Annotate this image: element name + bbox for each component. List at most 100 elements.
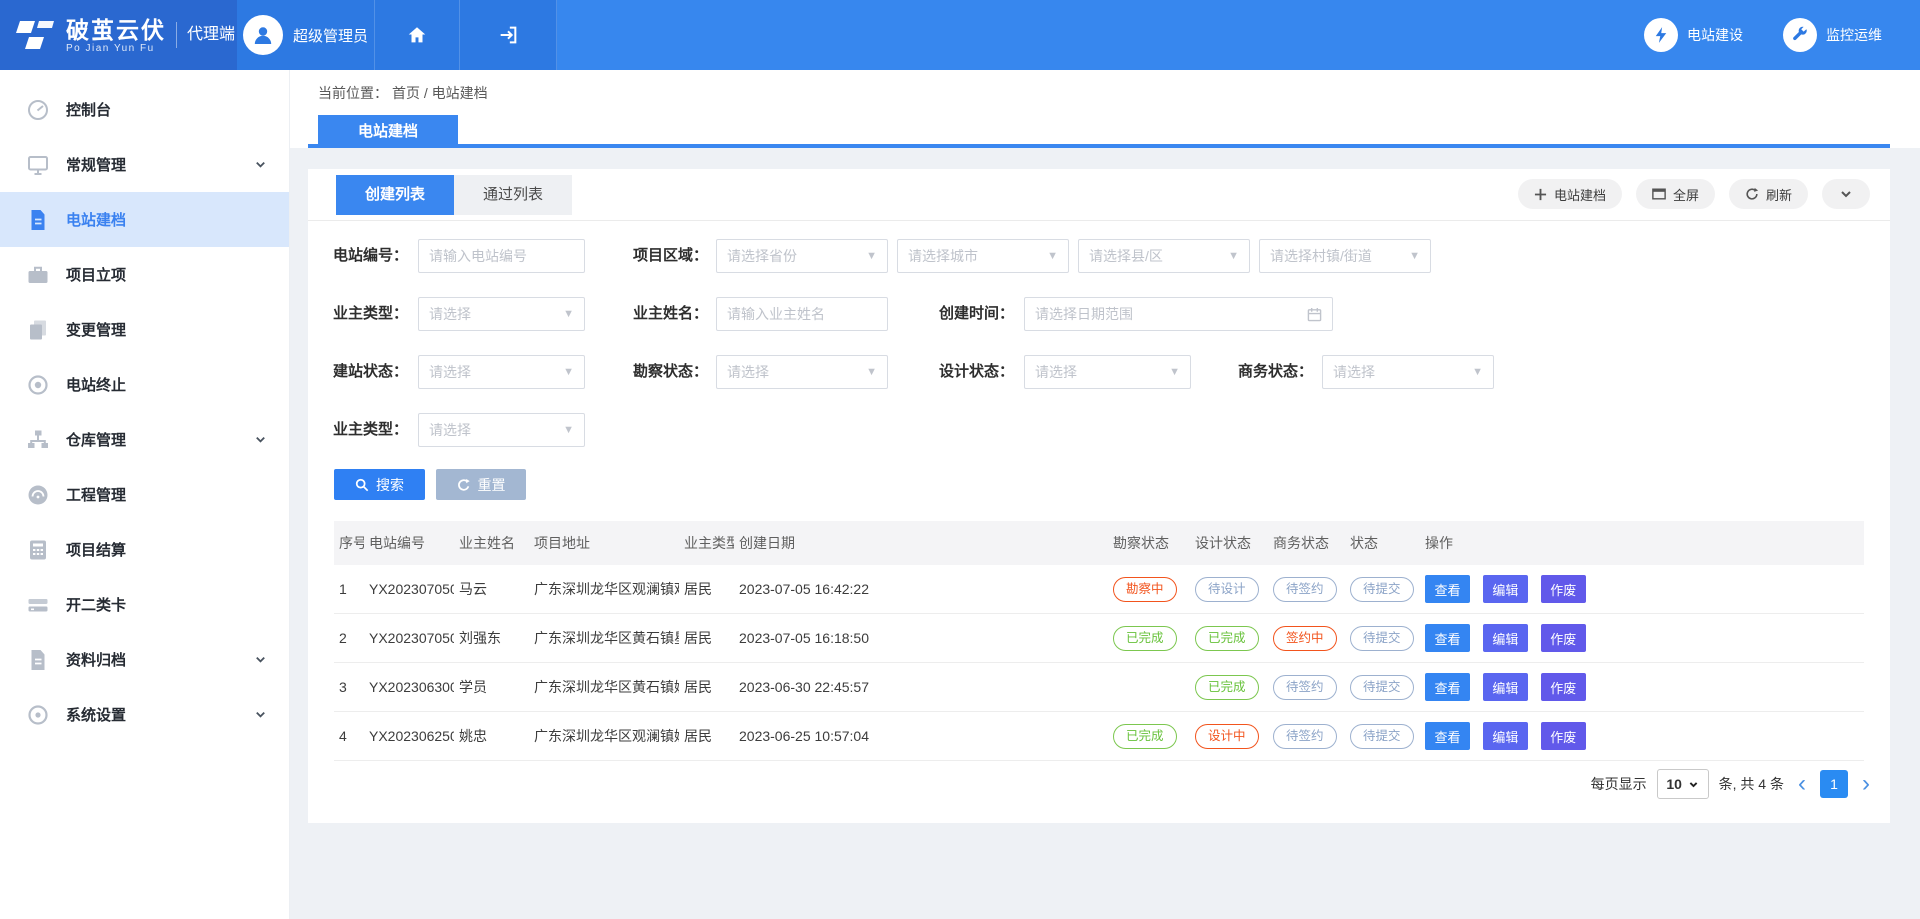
logout-icon — [497, 24, 519, 46]
copy-icon — [26, 318, 50, 342]
search-button[interactable]: 搜索 — [334, 469, 425, 500]
owner-name-input[interactable] — [716, 297, 888, 331]
breadcrumb: 当前位置：首页 / 电站建档 — [318, 83, 492, 103]
next-page-button[interactable]: › — [1858, 770, 1874, 798]
home-button[interactable] — [375, 0, 460, 70]
card-icon — [26, 593, 50, 617]
city-select[interactable]: 请选择城市▼ — [897, 239, 1069, 273]
edit-button[interactable]: 编辑 — [1483, 575, 1528, 603]
prev-page-button[interactable]: ‹ — [1794, 770, 1810, 798]
select-caret-icon: ▼ — [563, 424, 574, 436]
collapse-toolbar-button[interactable] — [1822, 179, 1870, 209]
business-status-badge: 待签约 — [1273, 675, 1337, 700]
user-menu[interactable]: 超级管理员 — [237, 0, 375, 70]
select-caret-icon: ▼ — [1409, 250, 1420, 262]
void-button[interactable]: 作废 — [1541, 575, 1586, 603]
content-card: 创建列表 通过列表 电站建档 全屏 刷新 — [308, 169, 1890, 823]
sidebar-item-engineering-mgmt[interactable]: 工程管理 — [0, 467, 289, 522]
sidebar-item-project-settlement[interactable]: 项目结算 — [0, 522, 289, 577]
main-content: 当前位置：首页 / 电站建档 电站建档 创建列表 通过列表 电站建档 全屏 — [290, 70, 1920, 919]
view-button[interactable]: 查看 — [1425, 673, 1470, 701]
list-tabstrip: 创建列表 通过列表 电站建档 全屏 刷新 — [308, 175, 1890, 221]
table-header: 序号 电站编号 业主姓名 项目地址 业主类型 创建日期 勘察状态 设计状态 商务… — [334, 521, 1864, 565]
station-table: 序号 电站编号 业主姓名 项目地址 业主类型 创建日期 勘察状态 设计状态 商务… — [334, 521, 1864, 761]
view-button[interactable]: 查看 — [1425, 722, 1470, 750]
tab-create-list[interactable]: 创建列表 — [336, 175, 454, 215]
brand-pinyin: Po Jian Yun Fu — [66, 43, 166, 54]
design-status-select[interactable]: 请选择▼ — [1024, 355, 1191, 389]
select-caret-icon: ▼ — [866, 250, 877, 262]
sidebar-item-station-archive[interactable]: 电站建档 — [0, 192, 289, 247]
gauge-icon — [26, 98, 50, 122]
home-icon — [406, 24, 428, 46]
void-button[interactable]: 作废 — [1541, 722, 1586, 750]
fullscreen-button[interactable]: 全屏 — [1636, 179, 1715, 209]
survey-status-badge: 已完成 — [1113, 724, 1177, 749]
nav-station-build[interactable]: 电站建设 — [1644, 18, 1743, 52]
owner-type2-select[interactable]: 请选择▼ — [418, 413, 585, 447]
town-select[interactable]: 请选择村镇/街道▼ — [1259, 239, 1431, 273]
edit-button[interactable]: 编辑 — [1483, 624, 1528, 652]
breadcrumb-path[interactable]: 首页 / 电站建档 — [392, 85, 488, 101]
owner-type-label: 业主类型： — [318, 297, 408, 331]
province-select[interactable]: 请选择省份▼ — [716, 239, 888, 273]
create-time-label: 创建时间： — [924, 297, 1014, 331]
sidebar-item-console[interactable]: 控制台 — [0, 82, 289, 137]
logout-button[interactable] — [460, 0, 557, 70]
monitor-icon — [26, 153, 50, 177]
per-page-label: 每页显示 — [1591, 774, 1647, 794]
chevron-down-icon — [254, 653, 267, 666]
sidebar-item-warehouse-mgmt[interactable]: 仓库管理 — [0, 412, 289, 467]
select-caret-icon: ▼ — [1047, 250, 1058, 262]
business-status-label: 商务状态： — [1231, 355, 1313, 389]
search-icon — [355, 478, 369, 492]
dashboard-icon — [26, 483, 50, 507]
chevron-down-icon — [254, 433, 267, 446]
owner-name-label: 业主姓名： — [618, 297, 708, 331]
sidebar-item-data-archive[interactable]: 资料归档 — [0, 632, 289, 687]
void-button[interactable]: 作废 — [1541, 673, 1586, 701]
survey-status-select[interactable]: 请选择▼ — [716, 355, 888, 389]
total-count-label: 条, 共 4 条 — [1719, 774, 1784, 794]
sidebar-item-station-terminate[interactable]: 电站终止 — [0, 357, 289, 412]
wrench-icon — [1791, 26, 1809, 44]
tab-passed-list[interactable]: 通过列表 — [454, 175, 572, 215]
view-button[interactable]: 查看 — [1425, 624, 1470, 652]
toolbar: 电站建档 全屏 刷新 — [1518, 179, 1870, 209]
edit-button[interactable]: 编辑 — [1483, 673, 1528, 701]
nav-monitor-ops[interactable]: 监控运维 — [1783, 18, 1882, 52]
sidebar-item-open-card[interactable]: 开二类卡 — [0, 577, 289, 632]
select-caret-icon: ▼ — [563, 366, 574, 378]
add-station-button[interactable]: 电站建档 — [1518, 179, 1622, 209]
status-badge: 待提交 — [1350, 724, 1414, 749]
reset-button[interactable]: 重置 — [436, 469, 526, 500]
edit-button[interactable]: 编辑 — [1483, 722, 1528, 750]
per-page-select[interactable]: 10 — [1657, 769, 1709, 799]
refresh-button[interactable]: 刷新 — [1729, 179, 1808, 209]
brand-portal: 代理端 — [176, 22, 235, 48]
sidebar-item-general-mgmt[interactable]: 常规管理 — [0, 137, 289, 192]
date-range-picker[interactable]: 请选择日期范围 — [1024, 297, 1333, 331]
station-code-input[interactable] — [418, 239, 585, 273]
build-status-select[interactable]: 请选择▼ — [418, 355, 585, 389]
build-status-label: 建站状态： — [318, 355, 408, 389]
view-button[interactable]: 查看 — [1425, 575, 1470, 603]
sidebar-item-system-settings[interactable]: 系统设置 — [0, 687, 289, 742]
sitemap-icon — [26, 428, 50, 452]
select-caret-icon — [1688, 779, 1699, 790]
briefcase-icon — [26, 263, 50, 287]
sidebar-item-change-mgmt[interactable]: 变更管理 — [0, 302, 289, 357]
current-page-button[interactable]: 1 — [1820, 770, 1848, 798]
fullscreen-icon — [1652, 188, 1666, 200]
business-status-select[interactable]: 请选择▼ — [1322, 355, 1494, 389]
user-icon — [251, 23, 275, 47]
region-label: 项目区域： — [618, 239, 708, 273]
county-select[interactable]: 请选择县/区▼ — [1078, 239, 1250, 273]
sidebar-item-project-initiation[interactable]: 项目立项 — [0, 247, 289, 302]
owner-type-select[interactable]: 请选择▼ — [418, 297, 585, 331]
table-row: 3 YX2023063000009 学员 广东深圳龙华区黄石镇姚家庄... 居民… — [334, 663, 1864, 712]
table-row: 4 YX2023062500004 姚忠 广东深圳龙华区观澜镇姚家庄... 居民… — [334, 712, 1864, 761]
design-status-badge: 已完成 — [1195, 675, 1259, 700]
chevron-down-icon — [254, 708, 267, 721]
void-button[interactable]: 作废 — [1541, 624, 1586, 652]
